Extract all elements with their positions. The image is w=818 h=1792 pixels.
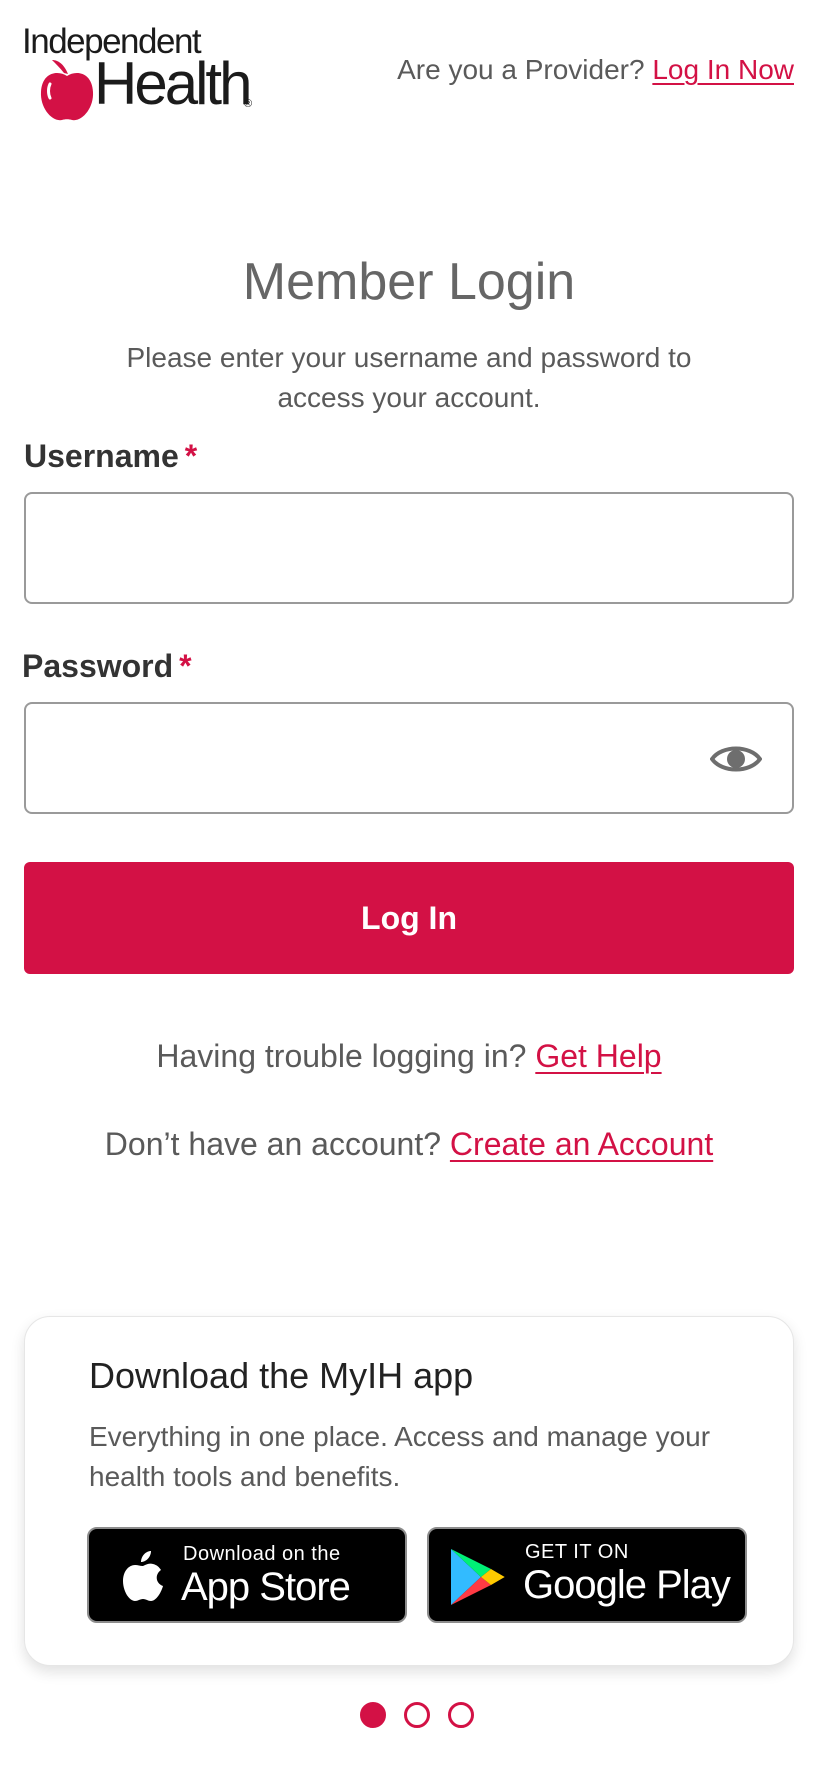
required-mark: * — [184, 438, 198, 474]
app-promo-title: Download the MyIH app — [89, 1355, 474, 1396]
eye-icon[interactable] — [710, 742, 762, 776]
app-promo-card: Download the MyIH app Everything in one … — [24, 1316, 794, 1666]
carousel-dots — [360, 1702, 480, 1730]
page-subtitle: Please enter your username and password … — [126, 342, 692, 413]
password-label: Password * — [22, 648, 192, 685]
provider-login: Are you a Provider? Log In Now — [397, 54, 794, 86]
login-button[interactable]: Log In — [24, 862, 794, 974]
app-promo-text: Everything in one place. Access and mana… — [89, 1421, 711, 1492]
apple-store-icon — [123, 1551, 163, 1601]
google-play-icon — [451, 1549, 505, 1605]
help-line: Having trouble logging in? Get Help — [0, 1038, 818, 1075]
google-play-button[interactable]: GET IT ON Google Play — [427, 1527, 747, 1623]
page-title: Member Login — [242, 253, 576, 311]
registered-mark: ® — [244, 98, 253, 110]
google-play-small-text: GET IT ON — [525, 1541, 629, 1563]
header: Independent Health ® Are you a Provider?… — [0, 0, 818, 130]
help-prompt: Having trouble logging in? — [156, 1038, 527, 1074]
provider-login-link[interactable]: Log In Now — [652, 54, 794, 85]
logo-line2: Health — [94, 50, 252, 117]
password-field[interactable] — [24, 702, 794, 814]
create-account-line: Don’t have an account? Create an Account — [0, 1126, 818, 1163]
carousel-dot-2[interactable] — [404, 1702, 430, 1728]
app-store-button[interactable]: Download on the App Store — [87, 1527, 407, 1623]
username-label-text: Username — [24, 438, 179, 474]
required-mark: * — [179, 648, 192, 684]
google-play-big-text: Google Play — [523, 1563, 731, 1607]
independent-health-logo[interactable]: Independent Health ® — [22, 22, 258, 122]
app-store-small-text: Download on the — [183, 1543, 341, 1565]
get-help-link[interactable]: Get Help — [535, 1038, 661, 1074]
carousel-dot-3[interactable] — [448, 1702, 474, 1728]
carousel-dot-1[interactable] — [360, 1702, 386, 1728]
password-label-text: Password — [22, 648, 174, 684]
account-prompt: Don’t have an account? — [104, 1126, 442, 1162]
create-account-link[interactable]: Create an Account — [450, 1126, 713, 1162]
username-field[interactable] — [24, 492, 794, 604]
apple-logo-icon — [40, 60, 94, 121]
username-label: Username * — [24, 438, 197, 475]
provider-prompt: Are you a Provider? — [397, 54, 645, 85]
app-store-big-text: App Store — [181, 1565, 351, 1609]
